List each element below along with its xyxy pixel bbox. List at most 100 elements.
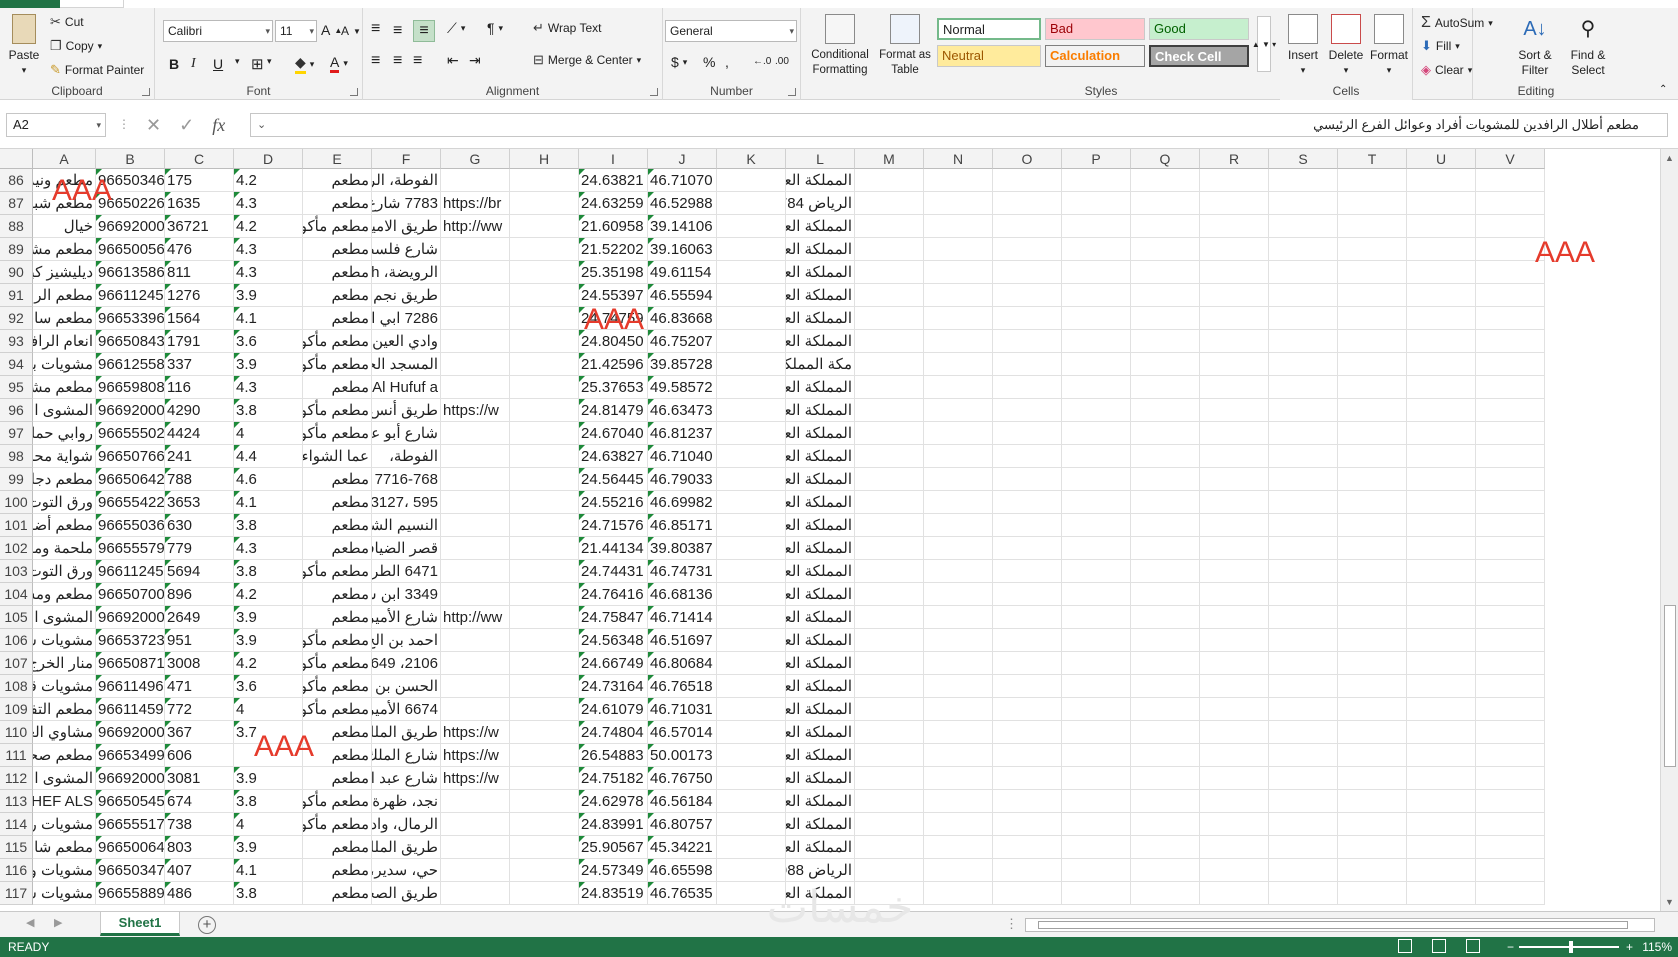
cell-r117[interactable] [1200, 882, 1269, 905]
cell-l90[interactable]: المملكة العرب [786, 261, 855, 284]
cell-b88[interactable]: 96692000 [96, 215, 165, 238]
cell-f90[interactable]: الرويضة، ah [372, 261, 441, 284]
cell-s91[interactable] [1269, 284, 1338, 307]
cell-i101[interactable]: 24.71576 [579, 514, 648, 537]
cell-d91[interactable]: 3.9 [234, 284, 303, 307]
cell-p107[interactable] [1062, 652, 1131, 675]
row-header[interactable]: 89 [0, 238, 33, 261]
cell-a100[interactable]: ورق التوت [33, 491, 96, 514]
cell-r96[interactable] [1200, 399, 1269, 422]
cell-d88[interactable]: 4.2 [234, 215, 303, 238]
cell-v87[interactable] [1476, 192, 1545, 215]
cell-u87[interactable] [1407, 192, 1476, 215]
cell-f97[interactable]: شارع أبو عبيد [372, 422, 441, 445]
cell-o88[interactable] [993, 215, 1062, 238]
cell-q97[interactable] [1131, 422, 1200, 445]
cell-q86[interactable] [1131, 169, 1200, 192]
cell-t88[interactable] [1338, 215, 1407, 238]
cell-q92[interactable] [1131, 307, 1200, 330]
cell-r94[interactable] [1200, 353, 1269, 376]
cell-f114[interactable]: الرمال، وادي [372, 813, 441, 836]
horizontal-scroll-thumb[interactable] [1038, 921, 1628, 929]
cell-s100[interactable] [1269, 491, 1338, 514]
increase-indent-icon[interactable]: ⇥ [469, 52, 481, 69]
cell-l108[interactable]: المملكة العرب [786, 675, 855, 698]
cell-f106[interactable]: احمد بن الخ [372, 629, 441, 652]
cell-c98[interactable]: 241 [165, 445, 234, 468]
cell-u110[interactable] [1407, 721, 1476, 744]
cell-d95[interactable]: 4.3 [234, 376, 303, 399]
cell-d109[interactable]: 4 [234, 698, 303, 721]
cell-t90[interactable] [1338, 261, 1407, 284]
cell-d103[interactable]: 3.8 [234, 560, 303, 583]
cell-k88[interactable] [717, 215, 786, 238]
cell-m107[interactable] [855, 652, 924, 675]
cell-c111[interactable]: 606 [165, 744, 234, 767]
cell-b89[interactable]: 96650056 [96, 238, 165, 261]
cell-v92[interactable] [1476, 307, 1545, 330]
cell-k98[interactable] [717, 445, 786, 468]
cell-v96[interactable] [1476, 399, 1545, 422]
cell-i94[interactable]: 21.42596 [579, 353, 648, 376]
cell-p96[interactable] [1062, 399, 1131, 422]
cell-p97[interactable] [1062, 422, 1131, 445]
cell-m96[interactable] [855, 399, 924, 422]
cell-t105[interactable] [1338, 606, 1407, 629]
cell-p103[interactable] [1062, 560, 1131, 583]
cell-d117[interactable]: 3.8 [234, 882, 303, 905]
cell-b91[interactable]: 96611245 [96, 284, 165, 307]
cell-n107[interactable] [924, 652, 993, 675]
bold-button[interactable]: B [169, 56, 179, 72]
cell-j115[interactable]: 45.34221 [648, 836, 717, 859]
cell-v93[interactable] [1476, 330, 1545, 353]
page-layout-view-icon[interactable] [1432, 939, 1446, 953]
cell-a106[interactable]: مشويات سا [33, 629, 96, 652]
cell-i102[interactable]: 21.44134 [579, 537, 648, 560]
cell-f87[interactable]: 7783 شارع [372, 192, 441, 215]
cell-n103[interactable] [924, 560, 993, 583]
column-header-b[interactable]: B [96, 149, 165, 169]
cell-f99[interactable]: 7716-768 [372, 468, 441, 491]
cell-s104[interactable] [1269, 583, 1338, 606]
cell-l109[interactable]: المملكة العرب [786, 698, 855, 721]
cell-a98[interactable]: شواية محمد [33, 445, 96, 468]
cell-v99[interactable] [1476, 468, 1545, 491]
cell-n105[interactable] [924, 606, 993, 629]
cell-j87[interactable]: 46.52988 [648, 192, 717, 215]
cell-r110[interactable] [1200, 721, 1269, 744]
format-button[interactable]: Format ▾ [1368, 14, 1410, 78]
cell-h103[interactable] [510, 560, 579, 583]
column-header-l[interactable]: L [786, 149, 855, 169]
cell-d86[interactable]: 4.2 [234, 169, 303, 192]
cell-h101[interactable] [510, 514, 579, 537]
next-sheet-icon[interactable]: ▶ [54, 916, 62, 929]
cell-g100[interactable] [441, 491, 510, 514]
cell-m89[interactable] [855, 238, 924, 261]
cell-d106[interactable]: 3.9 [234, 629, 303, 652]
cell-b113[interactable]: 96650545 [96, 790, 165, 813]
cell-i87[interactable]: 24.63259 [579, 192, 648, 215]
cell-t107[interactable] [1338, 652, 1407, 675]
cell-j99[interactable]: 46.79033 [648, 468, 717, 491]
column-header-n[interactable]: N [924, 149, 993, 169]
row-header[interactable]: 114 [0, 813, 33, 836]
cell-t91[interactable] [1338, 284, 1407, 307]
cell-v105[interactable] [1476, 606, 1545, 629]
row-header[interactable]: 94 [0, 353, 33, 376]
cell-h100[interactable] [510, 491, 579, 514]
cell-n86[interactable] [924, 169, 993, 192]
cell-v97[interactable] [1476, 422, 1545, 445]
cell-i105[interactable]: 24.75847 [579, 606, 648, 629]
orientation-icon[interactable]: ⟋ ▾ [447, 20, 465, 37]
tab-split-handle[interactable]: ⋮ [1005, 916, 1018, 932]
cell-e100[interactable]: مطعم [303, 491, 372, 514]
cell-q104[interactable] [1131, 583, 1200, 606]
cell-m100[interactable] [855, 491, 924, 514]
paste-button[interactable]: Paste ▾ [6, 14, 42, 78]
cell-e93[interactable]: مطعم مأكولا [303, 330, 372, 353]
cell-f105[interactable]: شارع الأمير ، [372, 606, 441, 629]
cell-a111[interactable]: مطعم صحا [33, 744, 96, 767]
cell-u98[interactable] [1407, 445, 1476, 468]
cell-c106[interactable]: 951 [165, 629, 234, 652]
style-check-cell[interactable]: Check Cell [1149, 45, 1249, 67]
